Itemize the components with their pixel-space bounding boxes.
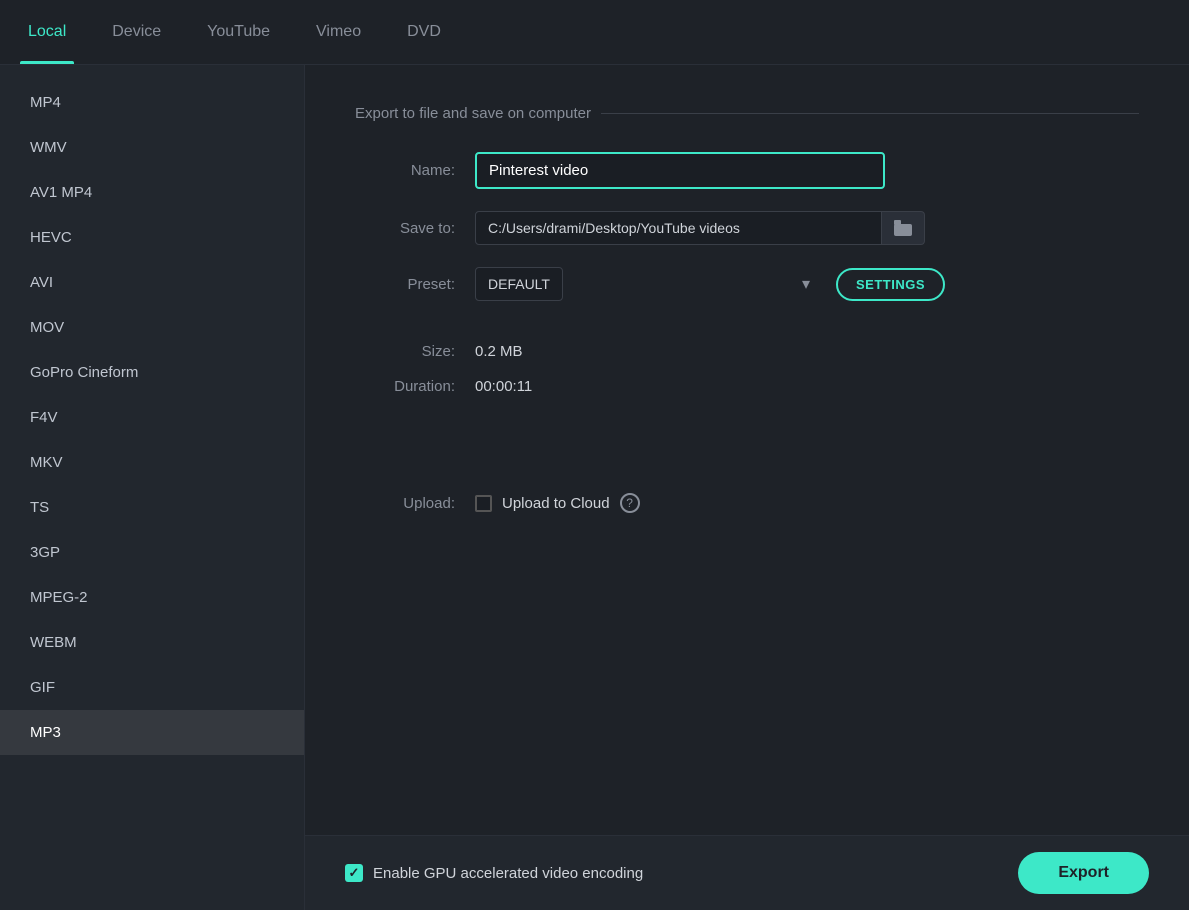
sidebar-item-webm[interactable]: WEBM bbox=[0, 620, 304, 665]
sidebar-item-wmv[interactable]: WMV bbox=[0, 125, 304, 170]
sidebar-item-mpeg2[interactable]: MPEG-2 bbox=[0, 575, 304, 620]
duration-label: Duration: bbox=[355, 378, 455, 395]
sidebar-item-ts[interactable]: TS bbox=[0, 485, 304, 530]
gpu-label: Enable GPU accelerated video encoding bbox=[373, 865, 643, 882]
tab-device[interactable]: Device bbox=[104, 0, 169, 64]
upload-to-cloud-label: Upload to Cloud bbox=[502, 495, 610, 512]
help-icon[interactable]: ? bbox=[620, 493, 640, 513]
size-value: 0.2 MB bbox=[475, 343, 523, 360]
duration-value: 00:00:11 bbox=[475, 378, 532, 395]
sidebar-item-gopro[interactable]: GoPro Cineform bbox=[0, 350, 304, 395]
content-area: Export to file and save on computer Name… bbox=[305, 65, 1189, 910]
top-navigation: Local Device YouTube Vimeo DVD bbox=[0, 0, 1189, 65]
bottom-bar: ✓ Enable GPU accelerated video encoding … bbox=[305, 835, 1189, 910]
size-label: Size: bbox=[355, 343, 455, 360]
browse-folder-button[interactable] bbox=[882, 211, 925, 245]
sidebar-item-f4v[interactable]: F4V bbox=[0, 395, 304, 440]
sidebar-item-mp3[interactable]: MP3 bbox=[0, 710, 304, 755]
upload-control: Upload to Cloud ? bbox=[475, 493, 640, 513]
name-control bbox=[475, 152, 1139, 189]
name-label: Name: bbox=[355, 162, 455, 179]
sidebar-item-gif[interactable]: GIF bbox=[0, 665, 304, 710]
preset-wrapper: DEFAULT Custom SETTINGS bbox=[475, 267, 945, 301]
upload-to-cloud-checkbox[interactable] bbox=[475, 495, 492, 512]
sidebar-item-mov[interactable]: MOV bbox=[0, 305, 304, 350]
section-title: Export to file and save on computer bbox=[355, 105, 1139, 122]
checkmark-icon: ✓ bbox=[349, 865, 360, 881]
gpu-checkbox-area: ✓ Enable GPU accelerated video encoding bbox=[345, 864, 643, 882]
info-section: Size: 0.2 MB Duration: 00:00:11 bbox=[355, 343, 1139, 413]
upload-row: Upload: Upload to Cloud ? bbox=[355, 493, 1139, 513]
settings-button[interactable]: SETTINGS bbox=[836, 268, 945, 301]
size-row: Size: 0.2 MB bbox=[355, 343, 1139, 360]
sidebar-item-avi[interactable]: AVI bbox=[0, 260, 304, 305]
sidebar-item-mkv[interactable]: MKV bbox=[0, 440, 304, 485]
name-input[interactable] bbox=[475, 152, 885, 189]
preset-label: Preset: bbox=[355, 276, 455, 293]
save-to-control bbox=[475, 211, 1139, 245]
upload-label: Upload: bbox=[355, 495, 455, 512]
save-to-row: Save to: bbox=[355, 211, 1139, 245]
name-row: Name: bbox=[355, 152, 1139, 189]
export-button[interactable]: Export bbox=[1018, 852, 1149, 894]
main-layout: MP4 WMV AV1 MP4 HEVC AVI MOV GoPro Cinef… bbox=[0, 65, 1189, 910]
tab-youtube[interactable]: YouTube bbox=[199, 0, 278, 64]
tab-local[interactable]: Local bbox=[20, 0, 74, 64]
format-sidebar: MP4 WMV AV1 MP4 HEVC AVI MOV GoPro Cinef… bbox=[0, 65, 305, 910]
duration-row: Duration: 00:00:11 bbox=[355, 378, 1139, 395]
save-to-input[interactable] bbox=[475, 211, 882, 245]
preset-control: DEFAULT Custom SETTINGS bbox=[475, 267, 1139, 301]
save-to-label: Save to: bbox=[355, 220, 455, 237]
save-to-wrapper bbox=[475, 211, 925, 245]
sidebar-item-mp4[interactable]: MP4 bbox=[0, 80, 304, 125]
sidebar-item-av1mp4[interactable]: AV1 MP4 bbox=[0, 170, 304, 215]
preset-select-wrapper: DEFAULT Custom bbox=[475, 267, 820, 301]
preset-select[interactable]: DEFAULT Custom bbox=[475, 267, 563, 301]
sidebar-item-3gp[interactable]: 3GP bbox=[0, 530, 304, 575]
tab-dvd[interactable]: DVD bbox=[399, 0, 449, 64]
tab-vimeo[interactable]: Vimeo bbox=[308, 0, 369, 64]
gpu-checkbox[interactable]: ✓ bbox=[345, 864, 363, 882]
sidebar-item-hevc[interactable]: HEVC bbox=[0, 215, 304, 260]
preset-row: Preset: DEFAULT Custom SETTINGS bbox=[355, 267, 1139, 301]
